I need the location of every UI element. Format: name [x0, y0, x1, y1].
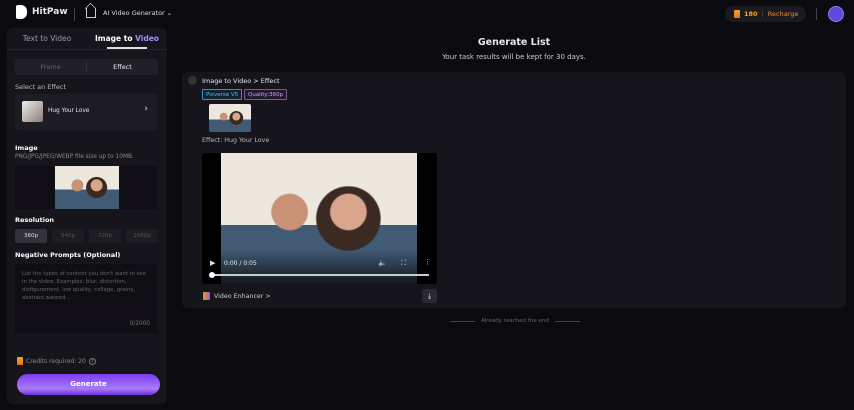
resolution-540p[interactable]: 540p: [52, 229, 84, 243]
negative-prompts-input[interactable]: List the types of content you don't want…: [15, 264, 158, 334]
effect-selector[interactable]: Hug Your Love ›: [15, 94, 158, 130]
source-thumbnail: [209, 104, 251, 132]
download-icon[interactable]: ⤓: [422, 289, 437, 303]
resolution-720p[interactable]: 720p: [89, 229, 121, 243]
volume-icon[interactable]: 🔈: [378, 259, 387, 267]
task-card: Image to Video > Effect Pixverse V5 Qual…: [182, 72, 846, 308]
page-subtitle: Your task results will be kept for 30 da…: [442, 53, 586, 61]
play-icon[interactable]: ▶: [210, 259, 215, 267]
uploaded-image: [55, 166, 119, 209]
image-upload[interactable]: [15, 166, 158, 209]
image-label: Image: [15, 144, 38, 152]
char-count: 0/2000: [129, 321, 150, 327]
progress-bar[interactable]: [211, 274, 429, 276]
divider: [816, 8, 817, 20]
help-icon[interactable]: ?: [88, 357, 96, 365]
mode-switch: Frame Effect: [15, 59, 158, 75]
sidebar: Text to Video Image to Video Frame Effec…: [7, 28, 167, 404]
video-enhancer-link[interactable]: Video Enhancer >: [203, 292, 271, 300]
logo[interactable]: HitPaw: [16, 5, 68, 19]
enhancer-label: Video Enhancer >: [214, 292, 271, 300]
video-player[interactable]: ▶ 0:00 / 0:05 🔈 ⛶ ⋮: [202, 153, 437, 284]
model-tag: Pixverse V5: [202, 89, 243, 100]
mode-frame[interactable]: Frame: [15, 62, 87, 72]
task-breadcrumb: Image to Video > Effect: [202, 77, 280, 85]
recharge-link[interactable]: Recharge: [768, 10, 799, 18]
chevron-right-icon: ›: [144, 104, 148, 114]
page-title: Generate List: [477, 37, 551, 48]
end-of-list: Already reached the end: [450, 318, 580, 324]
divider: [74, 8, 75, 21]
generate-button[interactable]: Generate: [17, 374, 160, 395]
home-icon[interactable]: [86, 8, 96, 18]
credits-count: 180: [744, 10, 758, 18]
coin-icon: [17, 357, 23, 365]
effect-thumbnail: [22, 101, 43, 122]
fullscreen-icon[interactable]: ⛶: [401, 259, 406, 268]
brand-name: HitPaw: [32, 7, 68, 17]
end-text: Already reached the end: [481, 318, 549, 324]
avatar[interactable]: [828, 6, 844, 22]
resolution-360p[interactable]: 360p: [15, 229, 47, 243]
negative-prompts-label: Negative Prompts (Optional): [15, 251, 121, 259]
resolution-label: Resolution: [15, 216, 55, 224]
image-hint: PNG/JPG/JPEG/WEBP file size up to 10MB.: [15, 154, 134, 160]
negative-prompts-placeholder: List the types of content you don't want…: [22, 271, 146, 301]
effect-label: Effect: Hug Your Love: [202, 137, 270, 144]
quality-tag: Quality:360p: [244, 89, 288, 100]
image-to-video-icon: [188, 76, 197, 85]
select-effect-label: Select an Effect: [15, 83, 66, 91]
progress-handle[interactable]: [209, 272, 215, 278]
credits-required: Credits required: 20?: [17, 357, 96, 365]
mode-effect[interactable]: Effect: [87, 59, 158, 75]
coin-icon: [734, 10, 740, 18]
video-time: 0:00 / 0:05: [224, 260, 257, 267]
app-selector[interactable]: AI Video Generator ⌄: [103, 9, 172, 17]
credits-pill[interactable]: 180 | Recharge: [725, 6, 806, 22]
hitpaw-logo-icon: [16, 5, 27, 19]
app-name: AI Video Generator: [103, 9, 165, 17]
resolution-1080p[interactable]: 1080p: [126, 229, 158, 243]
enhancer-icon: [203, 292, 210, 300]
credits-required-text: Credits required: 20: [26, 357, 86, 365]
effect-name: Hug Your Love: [48, 108, 90, 114]
more-icon[interactable]: ⋮: [424, 258, 431, 266]
